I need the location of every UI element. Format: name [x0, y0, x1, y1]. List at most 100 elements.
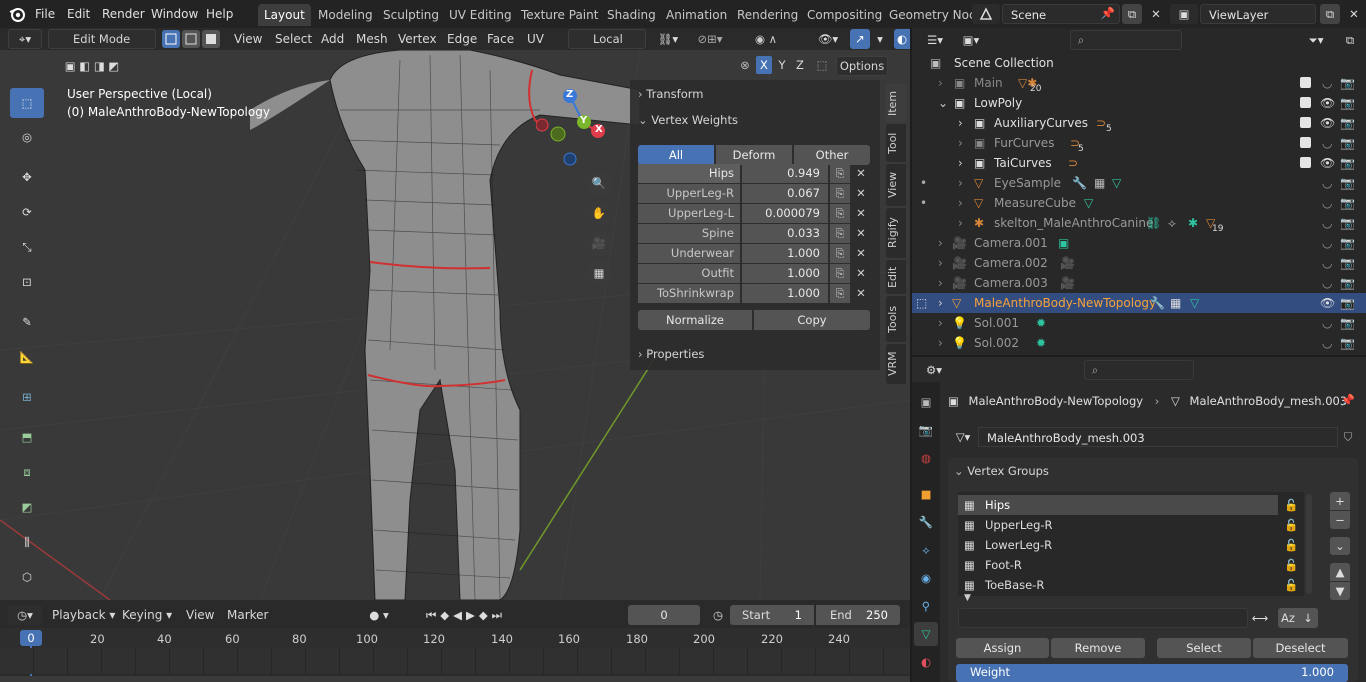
render-icon[interactable]: 📷 [1340, 313, 1355, 333]
tool-tab-icon[interactable]: ▣ [916, 392, 936, 412]
transform-header[interactable]: › Transform [638, 85, 878, 103]
expand-icon[interactable]: › [958, 193, 963, 213]
menu-uv[interactable]: UV [527, 28, 544, 50]
menu-select[interactable]: Select [275, 28, 312, 50]
axis-x-toggle[interactable]: X [756, 56, 772, 74]
pan-hand-icon[interactable]: ✋ [586, 200, 612, 226]
tab-modeling[interactable]: Modeling [312, 4, 379, 26]
timeline-view-menu[interactable]: View [186, 605, 214, 625]
select-button[interactable]: Select [1157, 638, 1251, 658]
render-icon[interactable]: 📷 [1340, 113, 1355, 133]
tab-sculpting[interactable]: Sculpting [377, 4, 445, 26]
topology-mirror-icon[interactable]: ⬚ [812, 56, 832, 74]
outliner-row[interactable]: ⌄ ▣ LowPoly 👁 📷 [912, 93, 1366, 113]
outliner-editor-icon[interactable]: ☰▾ [920, 30, 950, 50]
material-tab-icon[interactable]: ◐ [916, 652, 936, 672]
measure-icon[interactable]: 📐 [10, 342, 44, 372]
exclude-checkbox[interactable] [1300, 117, 1311, 128]
menu-face[interactable]: Face [487, 28, 514, 50]
outliner-row[interactable]: › ▣ TaiCurves ⊃ 👁 📷 [912, 153, 1366, 173]
hide-icon[interactable]: ◡ [1322, 173, 1332, 193]
bevel-icon[interactable]: ◩ [10, 492, 44, 522]
render-icon[interactable]: 📷 [1340, 213, 1355, 233]
delete-weight-icon[interactable]: ✕ [852, 204, 870, 223]
copy-weight-icon[interactable]: ⎘ [830, 264, 850, 283]
delete-weight-icon[interactable]: ✕ [852, 264, 870, 283]
weight-value[interactable]: 1.000 [742, 244, 828, 263]
eye-icon[interactable]: 👁 [1320, 153, 1335, 173]
playback-menu[interactable]: Playback ▾ [52, 605, 115, 625]
extrude-icon[interactable]: ⬒ [10, 422, 44, 452]
rotate-icon[interactable]: ⟳ [10, 197, 44, 227]
list-item[interactable]: ▦ UpperLeg-R 🔓 [958, 515, 1298, 535]
render-icon[interactable]: 📷 [1340, 133, 1355, 153]
vertex-groups-header[interactable]: ⌄ Vertex Groups [954, 462, 1254, 480]
axis-y-toggle[interactable]: Y [774, 56, 790, 74]
hide-icon[interactable]: ◡ [1322, 133, 1332, 153]
remove-scene-icon[interactable]: ✕ [1146, 4, 1166, 24]
weight-value[interactable]: 1.000 [742, 284, 828, 303]
remove-button[interactable]: Remove [1051, 638, 1145, 658]
outliner-row[interactable]: › 💡 Sol.002 ✹ ◡ 📷 [912, 333, 1366, 353]
expand-icon[interactable]: › [938, 333, 943, 353]
render-tab-icon[interactable]: 📷 [916, 420, 936, 440]
outliner-row[interactable]: › 🎥 Camera.003 🎥 ◡ 📷 [912, 273, 1366, 293]
mesh-name-field[interactable]: MaleAnthroBody_mesh.003 [978, 427, 1338, 447]
menu-mesh[interactable]: Mesh [356, 28, 388, 50]
end-frame-field[interactable]: End 250 [816, 605, 900, 625]
render-icon[interactable]: 📷 [1340, 333, 1355, 353]
fake-user-icon[interactable]: ⛉ [1338, 427, 1358, 447]
vertex-select-icon[interactable] [162, 30, 180, 48]
deselect-button[interactable]: Deselect [1253, 638, 1348, 658]
list-item[interactable]: ▦ Foot-R 🔓 [958, 555, 1298, 575]
menu-add[interactable]: Add [321, 28, 344, 50]
eye-icon[interactable]: 👁 [1320, 113, 1335, 133]
tab-vrm[interactable]: VRM [886, 344, 906, 384]
exclude-checkbox[interactable] [1300, 137, 1311, 148]
eye-icon[interactable]: 👁 [1320, 293, 1335, 313]
filter-all-button[interactable]: All [638, 145, 714, 165]
knife-icon[interactable]: ⬡ [10, 562, 44, 592]
expand-icon[interactable]: › [938, 313, 943, 333]
new-collection-icon[interactable]: ⧉ [1340, 30, 1360, 50]
new-view-layer-icon[interactable]: ⧉ [1320, 4, 1340, 24]
add-cube-icon[interactable]: ⊞ [10, 382, 44, 412]
stopwatch-icon[interactable]: ◷ [708, 605, 728, 625]
record-icon[interactable]: ● ▾ [360, 605, 398, 625]
weight-group-name[interactable]: Spine [638, 224, 740, 243]
pivot-icon[interactable]: ⛓▾ [652, 29, 684, 49]
annotate-icon[interactable]: ✎ [10, 307, 44, 337]
render-icon[interactable]: 📷 [1340, 233, 1355, 253]
normalize-button[interactable]: Normalize [638, 310, 752, 330]
weight-value[interactable]: 0.949 [742, 164, 828, 183]
outliner-row[interactable]: › ▣ FurCurves ⊃ 5 ◡ 📷 [912, 133, 1366, 154]
remove-group-icon[interactable]: − [1330, 511, 1350, 529]
expand-icon[interactable]: › [938, 293, 943, 313]
weight-slider[interactable]: Weight 1.000 [956, 664, 1348, 682]
menu-render[interactable]: Render [102, 0, 145, 28]
playback-controls[interactable]: ⏮◆◀▶◆⏭ [406, 605, 526, 625]
gizmo-dropdown-icon[interactable]: ▾ [872, 29, 888, 49]
hide-icon[interactable]: ◡ [1322, 313, 1332, 333]
filter-icon[interactable]: ⏷▾ [1300, 30, 1332, 50]
hide-icon[interactable]: ◡ [1322, 253, 1332, 273]
lock-icon[interactable]: 🔓 [1284, 515, 1298, 535]
outliner-row[interactable]: › 🎥 Camera.001 ▣ ◡ 📷 [912, 233, 1366, 253]
filter-other-button[interactable]: Other [794, 145, 870, 165]
expand-icon[interactable]: › [958, 213, 963, 233]
list-scrollbar[interactable] [1306, 494, 1312, 594]
hide-icon[interactable]: ◡ [1322, 73, 1332, 93]
marker-menu[interactable]: Marker [227, 605, 268, 625]
specials-menu-icon[interactable]: ⌄ [1330, 537, 1350, 555]
blender-logo-icon[interactable] [8, 5, 26, 23]
hide-icon[interactable]: ◡ [1322, 273, 1332, 293]
delete-weight-icon[interactable]: ✕ [852, 244, 870, 263]
outliner-row[interactable]: › 🎥 Camera.002 🎥 ◡ 📷 [912, 253, 1366, 273]
copy-weight-icon[interactable]: ⎘ [830, 184, 850, 203]
vertex-weights-header[interactable]: ⌄ Vertex Weights [638, 111, 878, 129]
delete-weight-icon[interactable]: ✕ [852, 164, 870, 183]
zoom-icon[interactable]: 🔍 [586, 170, 612, 196]
menu-help[interactable]: Help [206, 0, 233, 28]
eye-icon[interactable]: 👁 [1320, 93, 1335, 113]
view-layer-field[interactable]: ViewLayer [1200, 4, 1316, 24]
